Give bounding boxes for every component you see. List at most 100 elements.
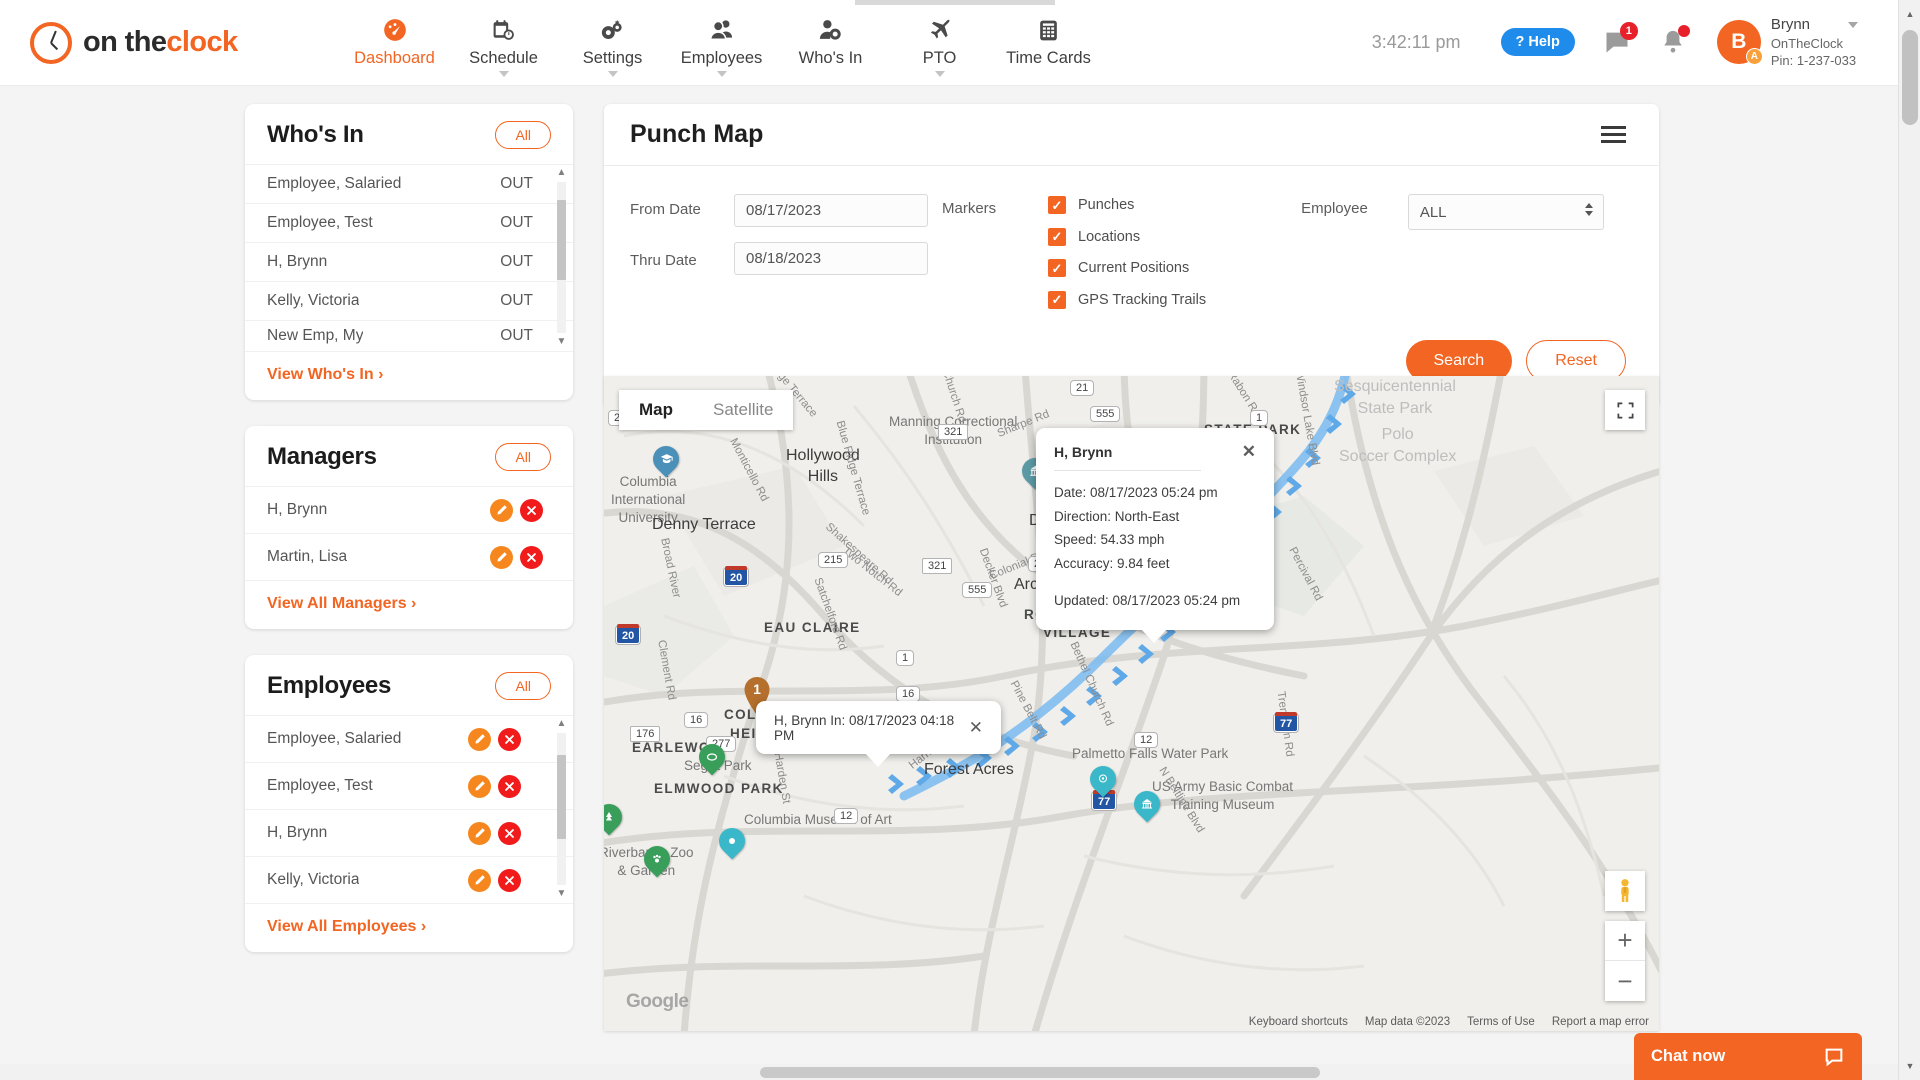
delete-employee-button[interactable] xyxy=(498,774,521,798)
top-scroll-stub xyxy=(855,0,1055,5)
map-pin-riverbanks-zoo[interactable] xyxy=(638,840,676,878)
list-item[interactable]: Employee, Salaried xyxy=(245,715,573,762)
delete-employee-button[interactable] xyxy=(498,821,521,845)
horizontal-scrollbar[interactable] xyxy=(0,1064,1898,1080)
status-badge: OUT xyxy=(500,292,533,309)
edit-manager-button[interactable] xyxy=(490,498,513,522)
view-all-managers-link[interactable]: View All Managers › xyxy=(267,595,416,612)
checkbox-punches[interactable]: ✓ xyxy=(1048,196,1066,214)
brand-logo[interactable]: on theclock xyxy=(30,21,300,64)
checkbox-current-positions[interactable]: ✓ xyxy=(1048,259,1066,277)
list-item[interactable]: New Emp, My OUT xyxy=(245,320,573,351)
punch-marker-number: 1 xyxy=(753,681,761,697)
nav-item-pto[interactable]: PTO xyxy=(885,16,994,77)
map-pin-columbia-international-university[interactable] xyxy=(647,440,685,478)
marker-row-gps-tracking-trails[interactable]: ✓ GPS Tracking Trails xyxy=(1048,289,1206,311)
user-menu[interactable]: Brynn OnTheClock Pin: 1-237-033 xyxy=(1771,15,1858,69)
scroll-thumb[interactable] xyxy=(557,755,566,839)
employees-footer: View All Employees › xyxy=(245,903,573,952)
terms-of-use-link[interactable]: Terms of Use xyxy=(1467,1016,1535,1028)
delete-manager-button[interactable] xyxy=(520,498,543,522)
list-item[interactable]: Kelly, Victoria xyxy=(245,856,573,903)
row-actions xyxy=(468,868,521,892)
edit-manager-button[interactable] xyxy=(490,545,513,569)
map-pin-palmetto-falls-water-park[interactable] xyxy=(1084,760,1122,798)
list-item[interactable]: H, Brynn xyxy=(245,486,573,533)
delete-employee-button[interactable] xyxy=(498,727,521,751)
marker-row-locations[interactable]: ✓ Locations xyxy=(1048,226,1206,248)
managers-all-button[interactable]: All xyxy=(495,443,551,471)
scroll-up-arrow[interactable]: ▲ xyxy=(556,719,567,729)
edit-employee-button[interactable] xyxy=(468,821,491,845)
report-map-error-link[interactable]: Report a map error xyxy=(1552,1016,1649,1028)
list-item[interactable]: Martin, Lisa xyxy=(245,533,573,580)
whos-in-scrollbar[interactable]: ▲ ▼ xyxy=(556,168,567,347)
scroll-thumb[interactable] xyxy=(557,200,566,280)
list-item[interactable]: H, Brynn OUT xyxy=(245,242,573,281)
nav-item-time-cards[interactable]: Time Cards xyxy=(994,16,1103,77)
map-pin-park[interactable] xyxy=(604,798,628,836)
scroll-down-arrow[interactable]: ▼ xyxy=(556,337,567,347)
employees-all-button[interactable]: All xyxy=(495,672,551,700)
tab-map[interactable]: Map xyxy=(619,390,693,430)
nav-item-employees[interactable]: Employees xyxy=(667,16,776,77)
route-shield-555: 555 xyxy=(1090,406,1121,422)
managers-header: Managers All xyxy=(245,426,573,486)
edit-employee-button[interactable] xyxy=(468,868,491,892)
messages-icon-wrapper[interactable]: 1 xyxy=(1603,22,1638,56)
close-icon[interactable]: ✕ xyxy=(969,719,983,736)
alerts-icon-wrapper[interactable] xyxy=(1659,25,1690,56)
list-item[interactable]: Employee, Test OUT xyxy=(245,203,573,242)
scroll-thumb[interactable] xyxy=(1902,30,1918,125)
whos-in-all-button[interactable]: All xyxy=(495,121,551,149)
help-button[interactable]: ? Help xyxy=(1500,28,1575,57)
close-icon[interactable]: ✕ xyxy=(1242,443,1256,460)
fullscreen-button[interactable] xyxy=(1605,390,1645,430)
scroll-thumb[interactable] xyxy=(760,1067,1320,1078)
avatar[interactable]: B A xyxy=(1716,20,1763,66)
checkbox-locations[interactable]: ✓ xyxy=(1048,227,1066,246)
zoom-in-button[interactable]: + xyxy=(1605,921,1645,961)
view-whos-in-link[interactable]: View Who's In › xyxy=(267,366,383,383)
list-item[interactable]: Kelly, Victoria OUT xyxy=(245,281,573,320)
status-badge: OUT xyxy=(500,175,533,192)
nav-item-whos-in[interactable]: Who's In xyxy=(776,16,885,77)
marker-row-current-positions[interactable]: ✓ Current Positions xyxy=(1048,257,1206,279)
checkbox-gps-tracking-trails[interactable]: ✓ xyxy=(1048,290,1066,309)
status-badge: OUT xyxy=(500,253,533,270)
list-item[interactable]: H, Brynn xyxy=(245,809,573,856)
delete-manager-button[interactable] xyxy=(520,545,543,569)
scroll-down-arrow[interactable]: ▼ xyxy=(556,889,567,899)
marker-row-punches[interactable]: ✓ Punches xyxy=(1048,194,1206,216)
list-item[interactable]: Employee, Salaried OUT xyxy=(245,164,573,203)
street-view-button[interactable] xyxy=(1605,871,1645,911)
page-scrollbar[interactable]: ▲ ▼ xyxy=(1898,0,1920,1080)
from-date-input[interactable] xyxy=(734,194,928,227)
scroll-up-arrow[interactable]: ▲ xyxy=(1899,4,1920,24)
punch-map-canvas[interactable]: Map Satellite + − Google Keyboard shortc… xyxy=(604,376,1659,1031)
chat-now-widget[interactable]: Chat now xyxy=(1634,1033,1862,1080)
delete-employee-button[interactable] xyxy=(498,868,521,892)
employees-scrollbar[interactable]: ▲ ▼ xyxy=(556,719,567,899)
scroll-down-arrow[interactable]: ▼ xyxy=(1899,1056,1920,1076)
keyboard-shortcuts-link[interactable]: Keyboard shortcuts xyxy=(1249,1016,1348,1028)
list-item[interactable]: Employee, Test xyxy=(245,762,573,809)
tab-satellite[interactable]: Satellite xyxy=(693,390,793,430)
hamburger-icon[interactable] xyxy=(1601,125,1626,144)
map-pin-us-army-museum[interactable] xyxy=(1128,785,1166,823)
scroll-up-arrow[interactable]: ▲ xyxy=(556,168,567,178)
nav-item-settings[interactable]: Settings xyxy=(558,16,667,77)
employee-select[interactable] xyxy=(1407,194,1604,230)
map-pin-columbia-museum-of-art[interactable] xyxy=(713,822,751,860)
map-pin-segra-park[interactable] xyxy=(693,738,731,776)
zoom-out-button[interactable]: − xyxy=(1605,961,1645,1001)
view-all-employees-link[interactable]: View All Employees › xyxy=(267,918,426,935)
left-sidebar: Who's In All Employee, Salaried OUT Empl… xyxy=(245,104,573,978)
chevron-down-icon[interactable] xyxy=(1848,22,1858,29)
nav-item-schedule[interactable]: Schedule xyxy=(449,16,558,77)
edit-employee-button[interactable] xyxy=(468,774,491,798)
nav-item-dashboard[interactable]: Dashboard xyxy=(340,16,449,77)
route-shield-21: 21 xyxy=(1070,380,1095,396)
thru-date-input[interactable] xyxy=(734,242,928,275)
edit-employee-button[interactable] xyxy=(468,727,491,751)
